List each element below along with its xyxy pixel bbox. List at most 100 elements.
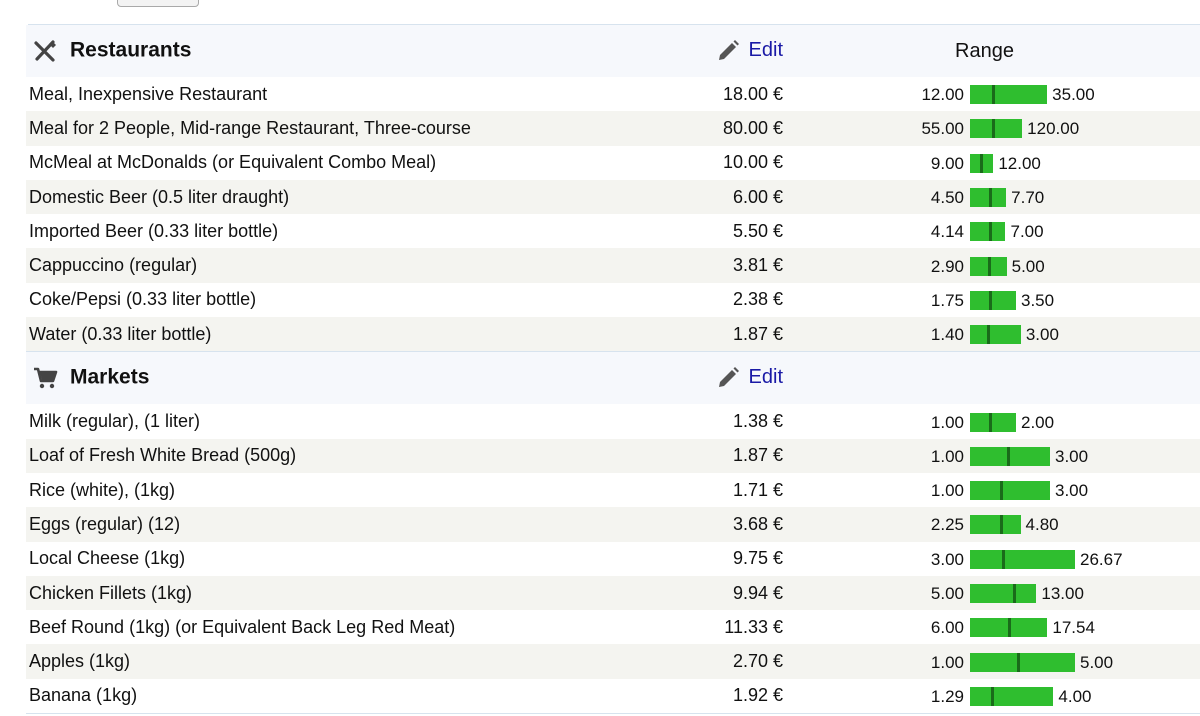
fork-knife-icon [32,38,60,64]
range-low: 4.50 [930,188,964,208]
range-marker [989,188,992,208]
item-range: 1.75 3.50 [783,283,1200,317]
item-range: 55.00 120.00 [783,111,1200,146]
range-high: 4.00 [1058,686,1092,706]
edit-link[interactable]: Edit [749,366,783,388]
pencil-icon[interactable] [715,365,741,391]
category-title: Restaurants [70,38,192,62]
range-low: 1.75 [930,290,964,310]
range-bar-wrapper: 2.90 5.00 [783,249,1200,283]
item-range: 3.00 26.67 [783,542,1200,576]
item-range: 4.14 7.00 [783,214,1200,248]
range-bar [970,412,1016,432]
item-name: Imported Beer (0.33 liter bottle) [29,220,279,241]
table-row: Coke/Pepsi (0.33 liter bottle) 2.38 €1.75… [26,283,1200,317]
category-header: Markets Edit [26,352,1200,405]
item-range: 1.00 5.00 [783,644,1200,679]
range-high: 12.00 [998,153,1041,173]
range-marker [987,325,990,345]
range-marker [1008,618,1011,638]
edit-cell: Edit [566,25,783,77]
range-bar-wrapper: 1.00 5.00 [783,645,1200,679]
range-bar-wrapper: 1.75 3.50 [783,283,1200,317]
range-low: 6.00 [930,618,964,638]
item-price: 11.33 € [724,616,783,637]
range-bar [970,481,1050,501]
range-low: 2.25 [930,515,964,535]
item-price: 3.68 € [566,507,783,542]
range-header-cell: Range [783,25,1200,77]
range-high: 2.00 [1021,412,1055,432]
range-low: 5.00 [930,584,964,603]
table-row: Banana (1kg) 1.92 € 1.29 4.00 [26,679,1200,713]
table-row: Chicken Fillets (1kg) 9.94 € 5.00 13.00 [26,575,1200,611]
range-low: 2.90 [930,256,964,276]
range-high: 5.00 [1011,256,1045,276]
edit-link[interactable]: Edit [749,39,783,61]
range-bar-wrapper: 2.25 4.80 [783,507,1200,541]
range-bar [970,652,1075,672]
table-row: Beef Round (1kg) (or Equivalent Back Leg… [26,610,1200,644]
item-price: 1.71 € [732,479,783,500]
range-bar-wrapper: 4.14 7.00 [783,214,1200,248]
table-row: Loaf of Fresh White Bread (500g) 1.87 €1.… [26,438,1200,473]
range-bar [970,549,1075,569]
shopping-cart-icon [32,365,60,391]
range-high: 13.00 [1041,584,1084,603]
item-range: 1.40 3.00 [783,317,1200,352]
range-marker [1000,515,1003,535]
item-range: 4.50 7.70 [783,179,1200,215]
item-price: 18.00 € [722,83,783,104]
item-name: Beef Round (1kg) (or Equivalent Back Leg… [29,616,456,637]
table-row: Milk (regular), (1 liter) 1.38 € 1.00 2.00 [26,404,1200,438]
category-header: Restaurants Edit Range [26,25,1200,77]
category-title-cell: Markets [26,352,566,405]
item-price: 80.00 € [566,111,783,146]
range-marker [989,290,992,310]
range-marker [1013,584,1016,603]
item-price: 9.94 € [566,575,783,611]
item-price: 2.70 € [566,644,783,679]
range-bar-wrapper: 12.00 35.00 [783,77,1200,111]
range-bar-wrapper: 1.00 3.00 [783,439,1200,473]
item-name: Apples (1kg) [26,644,566,679]
item-range: 1.29 4.00 [783,679,1200,713]
table-row: Meal, Inexpensive Restaurant 18.00 €12.00… [26,77,1200,111]
range-marker [1000,481,1003,501]
range-high: 5.00 [1080,652,1114,672]
range-bar-wrapper: 1.00 2.00 [783,405,1200,439]
range-marker [980,153,983,173]
range-marker [989,222,992,242]
item-name: Milk (regular), (1 liter) [29,411,201,432]
range-header [783,367,955,389]
range-bar-wrapper: 6.00 17.54 [783,610,1200,644]
item-price: 1.87 € [566,438,783,473]
range-bar-wrapper: 3.00 26.67 [783,542,1200,576]
range-bar [970,686,1054,706]
range-high: 4.80 [1025,515,1059,535]
item-name: Rice (white), (1kg) [29,479,176,500]
pencil-icon[interactable] [715,38,741,64]
table-row: Apples (1kg) 2.70 € 1.00 5.00 [26,644,1200,679]
range-bar [970,85,1048,105]
range-high: 35.00 [1052,85,1095,105]
range-bar [970,119,1023,139]
currency-select[interactable] [117,0,199,7]
range-high: 7.70 [1011,188,1045,208]
item-range: 1.00 2.00 [783,404,1200,438]
range-bar-wrapper: 5.00 13.00 [783,576,1200,610]
range-low: 9.00 [930,153,964,173]
item-range: 2.25 4.80 [783,507,1200,542]
range-marker [988,256,991,276]
range-high: 26.67 [1080,549,1123,569]
table-row: Water (0.33 liter bottle) 1.87 € 1.40 3.00 [26,317,1200,352]
item-name: Cappuccino (regular) [26,248,566,283]
range-low: 1.00 [930,412,964,432]
item-name: Domestic Beer (0.5 liter draught) [26,179,566,215]
range-high: 17.54 [1052,618,1095,638]
item-name: McMeal at McDonalds (or Equivalent Combo… [29,152,437,173]
range-marker [1017,652,1020,672]
edit-cell: Edit [566,352,783,405]
item-range: 5.00 13.00 [783,575,1200,611]
range-high: 3.00 [1025,325,1059,345]
